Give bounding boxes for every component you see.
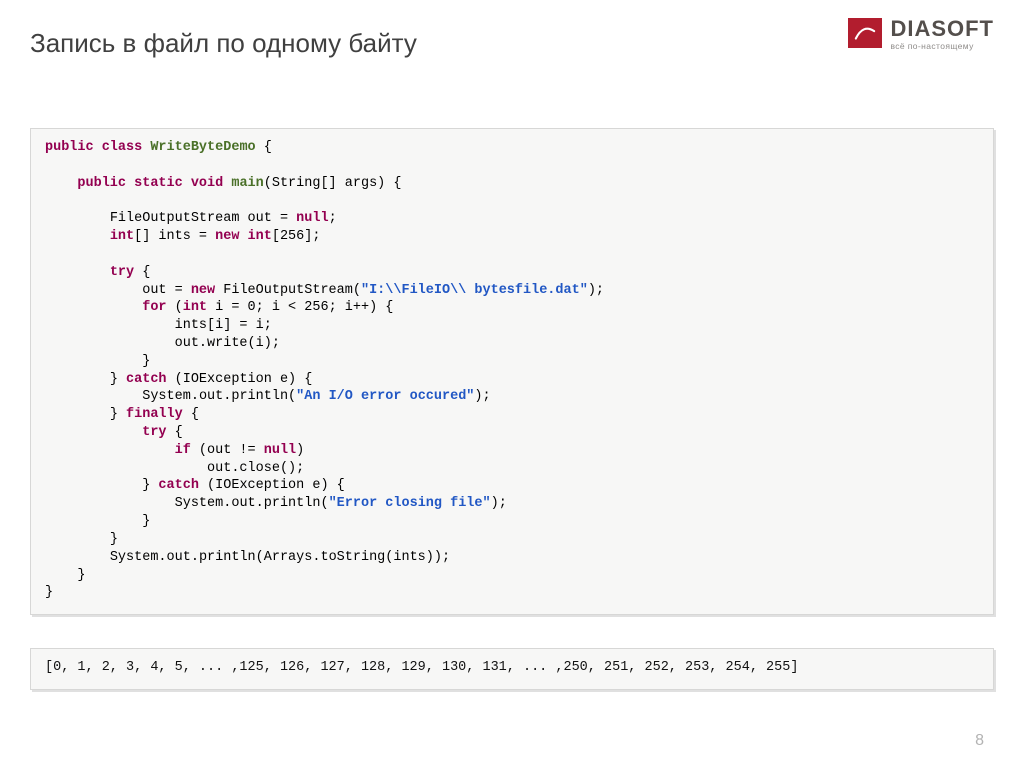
slide-title: Запись в файл по одному байту [30,28,417,59]
logo-badge-icon [848,18,882,48]
brand-logo: DIASOFT всё по-настоящему [848,18,994,51]
code-block: public class WriteByteDemo { public stat… [30,128,994,615]
logo-tagline: всё по-настоящему [890,42,994,51]
page-number: 8 [975,732,984,750]
output-block: [0, 1, 2, 3, 4, 5, ... ,125, 126, 127, 1… [30,648,994,690]
logo-brand-text: DIASOFT [890,18,994,40]
